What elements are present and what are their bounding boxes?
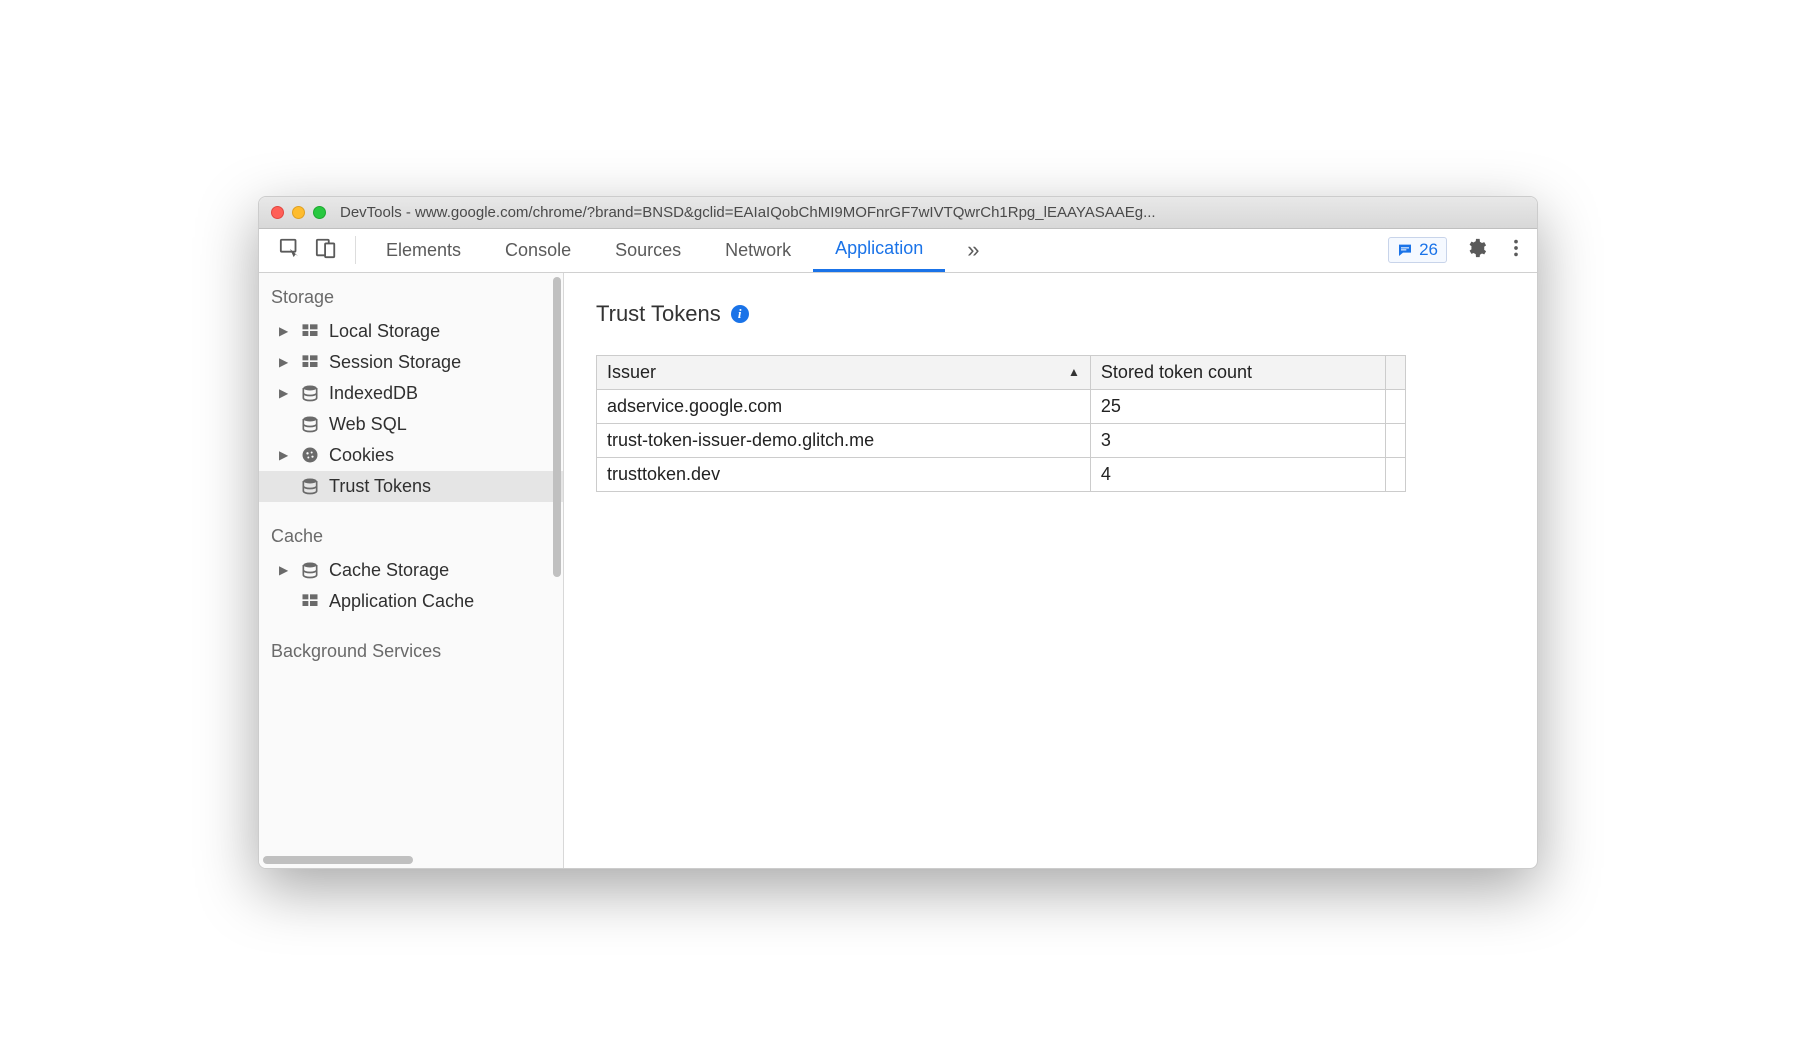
settings-icon[interactable] <box>1465 237 1487 264</box>
grid-icon <box>299 591 321 611</box>
col-issuer-label: Issuer <box>607 362 656 383</box>
col-issuer-header[interactable]: Issuer ▲ <box>597 355 1091 389</box>
col-count-label: Stored token count <box>1101 362 1252 382</box>
cell-count: 4 <box>1090 457 1385 491</box>
devtools-window: DevTools - www.google.com/chrome/?brand=… <box>258 196 1538 869</box>
table-row[interactable]: trusttoken.dev 4 <box>597 457 1406 491</box>
device-toolbar-icon[interactable] <box>315 237 337 264</box>
inspect-element-icon[interactable] <box>279 237 301 264</box>
cookie-icon <box>299 445 321 465</box>
zoom-window-button[interactable] <box>313 206 326 219</box>
minimize-window-button[interactable] <box>292 206 305 219</box>
sidebar-item-indexeddb[interactable]: ▶ IndexedDB <box>259 378 563 409</box>
kebab-icon <box>1505 237 1527 259</box>
database-icon <box>299 476 321 496</box>
cell-count: 25 <box>1090 389 1385 423</box>
expand-arrow-icon: ▶ <box>279 386 291 400</box>
expand-arrow-icon: ▶ <box>279 448 291 462</box>
sidebar-item-label: Session Storage <box>329 352 461 373</box>
scrollbar-thumb[interactable] <box>553 277 561 577</box>
content-area: Storage ▶ Local Storage ▶ Session Storag… <box>259 273 1537 868</box>
tab-elements[interactable]: Elements <box>364 229 483 272</box>
table-row[interactable]: trust-token-issuer-demo.glitch.me 3 <box>597 423 1406 457</box>
section-cache-title: Cache <box>259 502 563 555</box>
expand-arrow-icon: ▶ <box>279 563 291 577</box>
tab-application[interactable]: Application <box>813 229 945 272</box>
col-count-header[interactable]: Stored token count <box>1090 355 1385 389</box>
console-messages-badge[interactable]: 26 <box>1388 237 1447 263</box>
sidebar-item-label: Application Cache <box>329 591 474 612</box>
grid-icon <box>299 352 321 372</box>
window-controls <box>271 206 326 219</box>
info-icon[interactable]: i <box>731 305 749 323</box>
tab-sources[interactable]: Sources <box>593 229 703 272</box>
message-icon <box>1397 242 1413 258</box>
tabs-overflow-button[interactable]: » <box>945 229 1001 272</box>
titlebar: DevTools - www.google.com/chrome/?brand=… <box>259 197 1537 229</box>
close-window-button[interactable] <box>271 206 284 219</box>
expand-arrow-icon: ▶ <box>279 324 291 338</box>
cell-issuer: adservice.google.com <box>597 389 1091 423</box>
database-icon <box>299 560 321 580</box>
trust-tokens-table: Issuer ▲ Stored token count adservice.go… <box>596 355 1406 492</box>
section-storage-title: Storage <box>259 273 563 316</box>
sidebar-item-application-cache[interactable]: ▶ Application Cache <box>259 586 563 617</box>
panel-tabs: Elements Console Sources Network Applica… <box>364 229 1001 272</box>
sidebar-item-label: Trust Tokens <box>329 476 431 497</box>
sidebar-horizontal-scrollbar[interactable] <box>263 856 413 864</box>
sidebar-scrollbar[interactable] <box>551 273 563 868</box>
sort-ascending-icon: ▲ <box>1068 365 1080 379</box>
sidebar-item-label: Web SQL <box>329 414 407 435</box>
col-spacer <box>1386 355 1406 389</box>
sidebar-item-label: IndexedDB <box>329 383 418 404</box>
expand-arrow-icon: ▶ <box>279 355 291 369</box>
more-menu-icon[interactable] <box>1505 237 1527 264</box>
sidebar-item-label: Local Storage <box>329 321 440 342</box>
window-title: DevTools - www.google.com/chrome/?brand=… <box>334 204 1525 221</box>
page-heading: Trust Tokens i <box>596 301 1505 327</box>
main-panel: Trust Tokens i Issuer ▲ Stored token cou… <box>564 273 1537 868</box>
gear-icon <box>1465 237 1487 259</box>
cell-issuer: trusttoken.dev <box>597 457 1091 491</box>
message-count: 26 <box>1419 240 1438 260</box>
sidebar-item-session-storage[interactable]: ▶ Session Storage <box>259 347 563 378</box>
sidebar-item-trust-tokens[interactable]: ▶ Trust Tokens <box>259 471 563 502</box>
database-icon <box>299 414 321 434</box>
sidebar-item-label: Cache Storage <box>329 560 449 581</box>
heading-text: Trust Tokens <box>596 301 721 327</box>
cell-issuer: trust-token-issuer-demo.glitch.me <box>597 423 1091 457</box>
tab-network[interactable]: Network <box>703 229 813 272</box>
sidebar-item-websql[interactable]: ▶ Web SQL <box>259 409 563 440</box>
grid-icon <box>299 321 321 341</box>
section-background-services-title: Background Services <box>259 617 563 670</box>
application-sidebar: Storage ▶ Local Storage ▶ Session Storag… <box>259 273 564 868</box>
separator <box>355 236 356 264</box>
sidebar-item-cache-storage[interactable]: ▶ Cache Storage <box>259 555 563 586</box>
sidebar-item-label: Cookies <box>329 445 394 466</box>
sidebar-item-local-storage[interactable]: ▶ Local Storage <box>259 316 563 347</box>
cell-count: 3 <box>1090 423 1385 457</box>
tab-console[interactable]: Console <box>483 229 593 272</box>
sidebar-item-cookies[interactable]: ▶ Cookies <box>259 440 563 471</box>
devtools-toolbar: Elements Console Sources Network Applica… <box>259 229 1537 273</box>
table-row[interactable]: adservice.google.com 25 <box>597 389 1406 423</box>
database-icon <box>299 383 321 403</box>
